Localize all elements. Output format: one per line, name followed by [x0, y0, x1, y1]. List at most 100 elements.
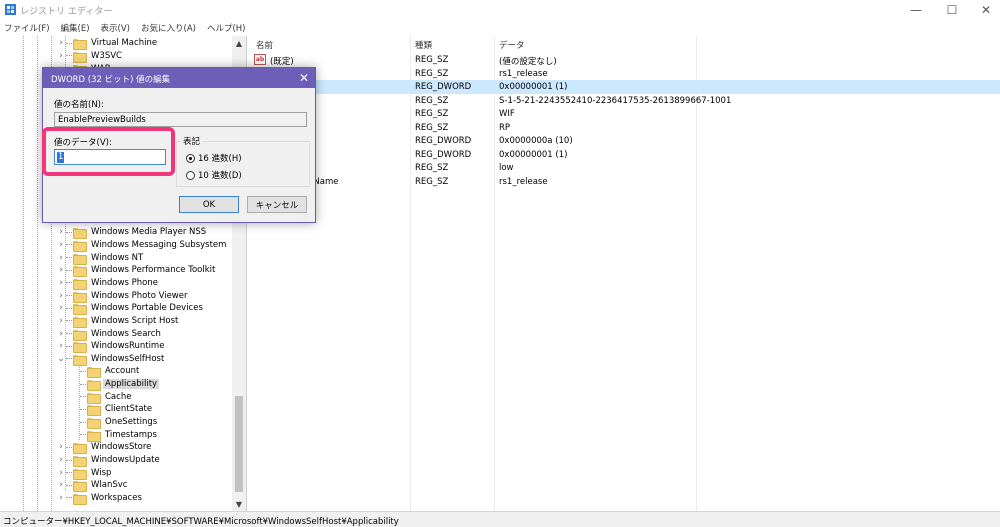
column-header-name[interactable]: 名前 [256, 39, 273, 51]
scroll-thumb[interactable] [235, 396, 243, 492]
expand-icon[interactable]: ⌄ [56, 353, 66, 365]
dialog-title: DWORD (32 ビット) 値の編集 [51, 75, 171, 85]
value-row[interactable]: dBranchNameREG_SZrs1_release [248, 175, 1000, 189]
value-row[interactable]: kLevelREG_SZlow [248, 161, 1000, 175]
tree-item[interactable]: › Windows Phone [56, 277, 160, 290]
tree-item[interactable]: Cache [70, 390, 133, 404]
value-row[interactable]: ab (既定) REG_SZ (値の設定なし) [248, 53, 1000, 67]
radio-hex-dot[interactable] [186, 153, 195, 163]
expand-icon[interactable]: › [56, 226, 66, 238]
tree-item[interactable]: › Windows Script Host [56, 315, 180, 328]
value-data: S-1-5-21-2243552410-2236417535-261389966… [499, 95, 732, 106]
value-name-label: 値の名前(N): [54, 100, 104, 110]
folder-icon [73, 354, 87, 366]
cancel-button[interactable]: キャンセル [247, 196, 307, 213]
tree-item[interactable]: ⌄ WindowsSelfHost [56, 353, 166, 366]
tree-item[interactable]: › Virtual Machine [56, 37, 159, 51]
expand-icon[interactable]: › [56, 454, 66, 466]
expand-icon[interactable]: › [56, 340, 66, 352]
scroll-down-arrow[interactable]: ▼ [232, 497, 246, 511]
menu-help[interactable]: ヘルプ(H) [207, 20, 250, 36]
expand-icon[interactable]: › [56, 277, 66, 289]
registry-editor-window: レジストリ エディター — ☐ ✕ ファイル(F) 編集(E) 表示(V) お気… [0, 0, 1000, 527]
tree-item[interactable]: › Windows Performance Toolkit [56, 264, 217, 278]
expand-icon[interactable]: › [56, 37, 66, 49]
value-row[interactable]: tedinREG_DWORD0x00000001 (1) [248, 148, 1000, 162]
value-type: REG_SZ [415, 68, 449, 79]
value-type: REG_SZ [415, 122, 449, 133]
tree-item[interactable]: › Wisp [56, 466, 113, 480]
tree-item[interactable]: Timestamps [70, 428, 159, 442]
expand-icon[interactable]: › [56, 315, 66, 327]
string-value-icon: ab [254, 54, 266, 65]
tree-item-label: WindowsUpdate [91, 455, 160, 466]
tree-item[interactable]: › W3SVC [56, 50, 124, 63]
menu-favorites[interactable]: お気に入り(A) [141, 20, 200, 36]
close-button[interactable]: ✕ [968, 0, 1000, 20]
folder-icon [73, 51, 87, 63]
minimize-button[interactable]: — [898, 0, 934, 20]
value-list: 名前 種類 データ ab (既定) REG_SZ (値の設定なし) REG_SZ rs1_… [248, 36, 1000, 511]
tree-item[interactable]: Account [70, 365, 141, 379]
expand-icon[interactable]: › [56, 302, 66, 314]
folder-icon [73, 442, 87, 455]
tree-item-label: W3SVC [91, 50, 122, 61]
value-type: REG_DWORD [415, 149, 472, 160]
expand-icon[interactable]: › [56, 50, 66, 62]
expand-icon[interactable]: › [56, 467, 66, 479]
dialog-close-button[interactable]: ✕ [297, 71, 311, 85]
column-header-type[interactable]: 種類 [415, 39, 432, 51]
value-row[interactable]: nerSIDREG_SZS-1-5-21-2243552410-22364175… [248, 94, 1000, 108]
expand-icon[interactable]: › [56, 239, 66, 251]
tree-item[interactable]: › WindowsStore [56, 441, 153, 455]
value-type: REG_SZ [415, 163, 449, 173]
value-row[interactable]: REG_SZ WIF [248, 107, 1000, 121]
expand-icon[interactable]: › [56, 290, 66, 302]
maximize-button[interactable]: ☐ [934, 0, 970, 20]
scroll-up-arrow[interactable]: ▲ [232, 36, 246, 50]
tree-item-label: Windows Messaging Subsystem [91, 239, 227, 250]
value-row[interactable]: REG_SZ rs1_release [248, 67, 1000, 81]
ok-button[interactable]: OK [179, 196, 239, 213]
tree-item[interactable]: › Workspaces [56, 492, 144, 505]
folder-icon [87, 379, 101, 392]
tree-item[interactable]: › WindowsUpdate [56, 454, 162, 468]
expand-icon[interactable]: › [56, 492, 66, 504]
expand-icon[interactable]: › [56, 252, 66, 264]
value-data: rs1_release [499, 68, 548, 79]
expand-icon [70, 378, 80, 390]
menu-file[interactable]: ファイル(F) [4, 20, 54, 36]
tree-item[interactable]: › Windows Media Player NSS [56, 226, 208, 240]
radio-hex[interactable]: 16 進数(H) [186, 152, 242, 164]
tree-item[interactable]: › Windows NT [56, 251, 145, 265]
tree-item[interactable]: › WindowsRuntime [56, 340, 166, 354]
tree-item[interactable]: › Windows Search [56, 327, 163, 341]
tree-item[interactable]: › WlanSvc [56, 479, 129, 493]
registry-editor-icon [5, 4, 16, 15]
radio-decimal[interactable]: 10 進数(D) [186, 169, 242, 181]
folder-icon [73, 468, 87, 480]
value-row[interactable]: wBuildsREG_DWORD0x00000001 (1) [248, 80, 1000, 94]
expand-icon[interactable]: › [56, 479, 66, 491]
tree-item[interactable]: Applicability [70, 378, 160, 392]
status-bar: コンピューター¥HKEY_LOCAL_MACHINE¥SOFTWARE¥Micr… [0, 511, 1000, 527]
menu-edit[interactable]: 編集(E) [61, 20, 94, 36]
value-row[interactable]: REG_SZ RP [248, 121, 1000, 135]
tree-item[interactable]: › Windows Portable Devices [56, 302, 205, 316]
tree-item[interactable]: › Windows Messaging Subsystem [56, 239, 228, 252]
expand-icon [70, 416, 80, 428]
expand-icon[interactable]: › [56, 328, 66, 340]
value-data-highlight [42, 127, 175, 176]
expand-icon[interactable]: › [56, 441, 66, 453]
column-header-data[interactable]: データ [499, 39, 525, 51]
tree-item[interactable]: ClientState [70, 403, 154, 417]
radio-decimal-dot[interactable] [186, 170, 195, 180]
value-data: RP [499, 122, 511, 133]
tree-item[interactable]: OneSettings [70, 416, 159, 430]
tree-item[interactable]: › Windows Photo Viewer [56, 289, 190, 303]
value-row[interactable]: REG_DWORD 0x0000000a (10) [248, 134, 1000, 148]
expand-icon[interactable]: › [56, 264, 66, 276]
radio-decimal-label: 10 進数(D) [198, 171, 242, 181]
menu-view[interactable]: 表示(V) [101, 20, 134, 36]
radio-hex-label: 16 進数(H) [198, 154, 242, 164]
